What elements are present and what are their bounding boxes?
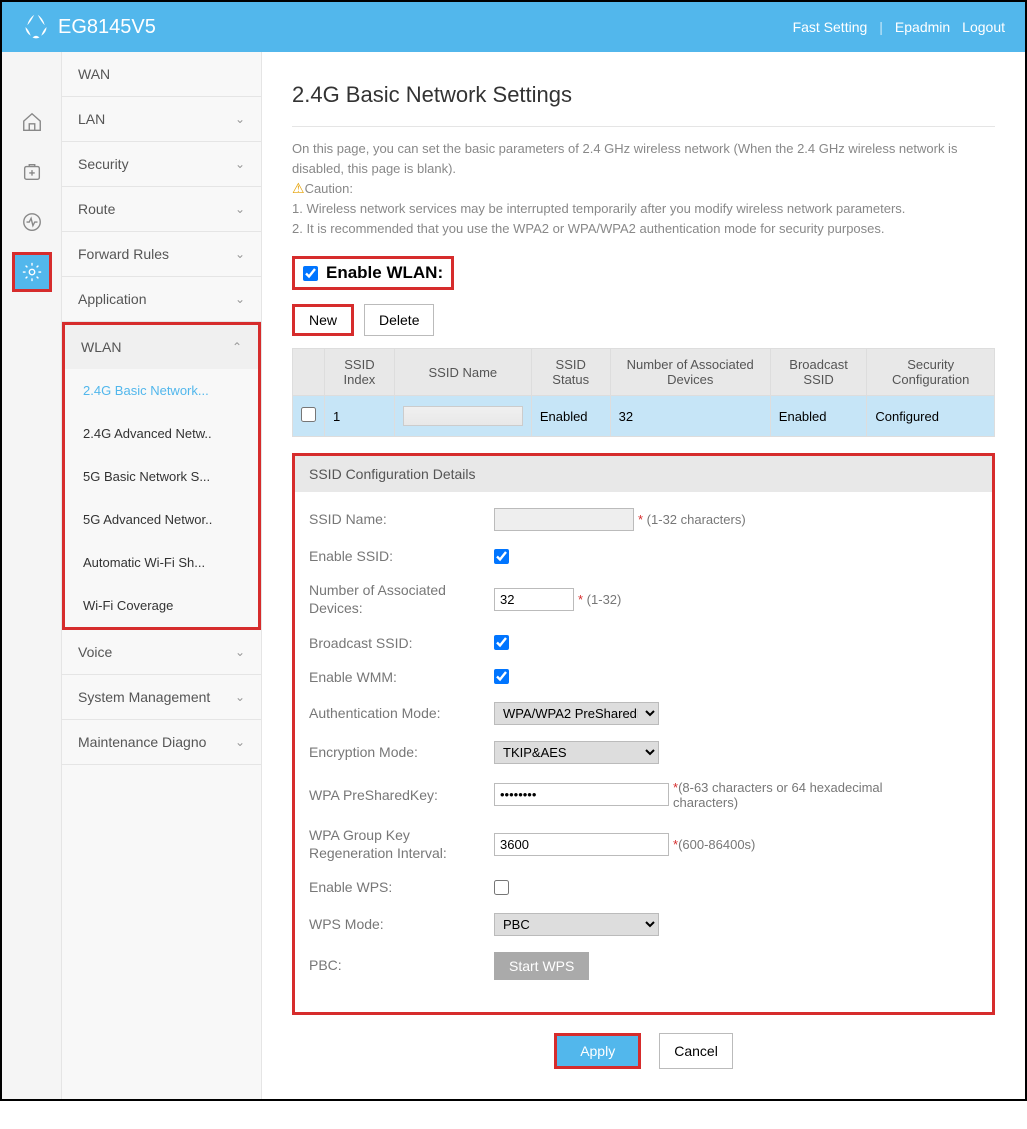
nav-security[interactable]: Security⌄ (62, 142, 261, 187)
wps-label: Enable WPS: (309, 878, 494, 896)
broadcast-label: Broadcast SSID: (309, 634, 494, 652)
nav-voice[interactable]: Voice⌄ (62, 630, 261, 675)
sub-5g-advanced[interactable]: 5G Advanced Networ.. (65, 498, 258, 541)
psk-label: WPA PreSharedKey: (309, 786, 494, 804)
chevron-down-icon: ⌄ (235, 202, 245, 216)
sub-24g-advanced[interactable]: 2.4G Advanced Netw.. (65, 412, 258, 455)
fast-setting-link[interactable]: Fast Setting (793, 19, 868, 35)
nav-wan[interactable]: WAN (62, 52, 261, 97)
description: On this page, you can set the basic para… (292, 126, 995, 238)
chevron-down-icon: ⌄ (235, 645, 245, 659)
enable-wlan-row: Enable WLAN: (292, 256, 454, 290)
sidebar: WAN LAN⌄ Security⌄ Route⌄ Forward Rules⌄… (62, 52, 262, 1099)
rail-activity[interactable] (12, 202, 52, 242)
chevron-up-icon: ⌃ (232, 340, 242, 354)
rail-add[interactable] (12, 152, 52, 192)
ssid-blurred (403, 406, 523, 426)
sub-wifi-coverage[interactable]: Wi-Fi Coverage (65, 584, 258, 627)
wps-mode-label: WPS Mode: (309, 915, 494, 933)
num-assoc-label: Number of Associated Devices: (309, 581, 494, 617)
sub-auto-wifi[interactable]: Automatic Wi-Fi Sh... (65, 541, 258, 584)
cancel-button[interactable]: Cancel (659, 1033, 733, 1069)
page-title: 2.4G Basic Network Settings (292, 82, 995, 108)
enc-select[interactable]: TKIP&AES (494, 741, 659, 764)
sub-24g-basic[interactable]: 2.4G Basic Network... (65, 369, 258, 412)
model-text: EG8145V5 (58, 16, 156, 39)
warning-icon: ⚠ (292, 180, 305, 196)
logout-link[interactable]: Logout (962, 19, 1005, 35)
auth-select[interactable]: WPA/WPA2 PreSharedK (494, 702, 659, 725)
pbc-label: PBC: (309, 956, 494, 974)
wmm-label: Enable WMM: (309, 668, 494, 686)
config-box: SSID Configuration Details SSID Name:* (… (292, 453, 995, 1015)
header: EG8145V5 Fast Setting | Epadmin Logout (2, 2, 1025, 52)
nav-system[interactable]: System Management⌄ (62, 675, 261, 720)
nav-wlan[interactable]: WLAN⌃ (65, 325, 258, 369)
ssid-table: SSID Index SSID Name SSID Status Number … (292, 348, 995, 437)
table-row[interactable]: 1 Enabled 32 Enabled Configured (293, 396, 995, 437)
apply-button[interactable]: Apply (557, 1036, 638, 1066)
ssid-name-input[interactable] (494, 508, 634, 531)
enable-wlan-label: Enable WLAN: (326, 263, 443, 283)
sub-5g-basic[interactable]: 5G Basic Network S... (65, 455, 258, 498)
auth-label: Authentication Mode: (309, 704, 494, 722)
row-checkbox[interactable] (301, 407, 316, 422)
num-assoc-input[interactable] (494, 588, 574, 611)
chevron-down-icon: ⌄ (235, 690, 245, 704)
user-link[interactable]: Epadmin (895, 19, 950, 35)
psk-input[interactable] (494, 783, 669, 806)
enable-ssid-label: Enable SSID: (309, 547, 494, 565)
nav-application[interactable]: Application⌄ (62, 277, 261, 322)
enc-label: Encryption Mode: (309, 743, 494, 761)
nav-lan[interactable]: LAN⌄ (62, 97, 261, 142)
chevron-down-icon: ⌄ (235, 157, 245, 171)
separator: | (879, 19, 883, 35)
wps-mode-select[interactable]: PBC (494, 913, 659, 936)
start-wps-button[interactable]: Start WPS (494, 952, 589, 980)
content: 2.4G Basic Network Settings On this page… (262, 52, 1025, 1099)
logo: EG8145V5 (22, 13, 156, 41)
nav-maintenance[interactable]: Maintenance Diagno⌄ (62, 720, 261, 765)
nav-forward-rules[interactable]: Forward Rules⌄ (62, 232, 261, 277)
chevron-down-icon: ⌄ (235, 247, 245, 261)
chevron-down-icon: ⌄ (235, 112, 245, 126)
delete-button[interactable]: Delete (364, 304, 434, 336)
icon-rail (2, 52, 62, 1099)
enable-wlan-checkbox[interactable] (303, 266, 318, 281)
broadcast-checkbox[interactable] (494, 635, 509, 650)
ssid-name-label: SSID Name: (309, 510, 494, 528)
group-label: WPA Group Key Regeneration Interval: (309, 826, 494, 862)
group-input[interactable] (494, 833, 669, 856)
chevron-down-icon: ⌄ (235, 735, 245, 749)
rail-settings[interactable] (12, 252, 52, 292)
new-button[interactable]: New (292, 304, 354, 336)
enable-ssid-checkbox[interactable] (494, 549, 509, 564)
chevron-down-icon: ⌄ (235, 292, 245, 306)
nav-route[interactable]: Route⌄ (62, 187, 261, 232)
wps-checkbox[interactable] (494, 880, 509, 895)
wmm-checkbox[interactable] (494, 669, 509, 684)
rail-home[interactable] (12, 102, 52, 142)
huawei-icon (22, 13, 50, 41)
config-title: SSID Configuration Details (295, 456, 992, 492)
